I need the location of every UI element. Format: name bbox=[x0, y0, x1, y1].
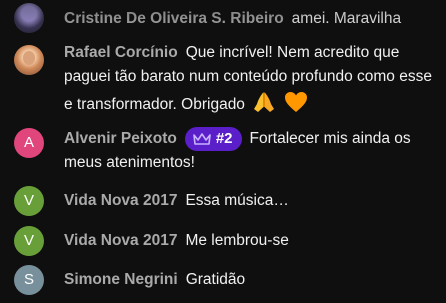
message-text: amei. Maravilha bbox=[291, 10, 402, 27]
author-name[interactable]: Rafael Corcínio bbox=[64, 44, 178, 61]
badge-label: #2 bbox=[215, 130, 233, 147]
author-name[interactable]: Alvenir Peixoto bbox=[64, 130, 177, 147]
avatar[interactable]: A bbox=[14, 128, 44, 158]
chat-message: V Vida Nova 2017 Me lembrou-se bbox=[0, 226, 446, 256]
author-name[interactable]: Cristine De Oliveira S. Ribeiro bbox=[64, 10, 284, 27]
folded-hands-emoji bbox=[253, 92, 274, 112]
message-text: Me lembrou-se bbox=[185, 232, 289, 249]
avatar-letter: V bbox=[23, 232, 34, 249]
avatar[interactable]: V bbox=[14, 226, 44, 256]
avatar[interactable]: V bbox=[14, 186, 44, 216]
message-text: Gratidão bbox=[185, 271, 246, 288]
avatar[interactable]: S bbox=[14, 265, 44, 295]
chat-message: V Vida Nova 2017 Essa música… bbox=[0, 186, 446, 216]
chat-message: Cristine De Oliveira S. Ribeiro amei. Mar… bbox=[0, 3, 446, 33]
member-badge: #2 bbox=[184, 127, 242, 151]
crown-icon bbox=[193, 133, 211, 145]
author-name[interactable]: Vida Nova 2017 bbox=[64, 192, 177, 209]
message-text: Essa música… bbox=[185, 192, 289, 209]
live-chat: Cristine De Oliveira S. Ribeiro amei. Mar… bbox=[0, 0, 446, 303]
orange-heart-emoji bbox=[284, 92, 307, 112]
avatar-letter: A bbox=[23, 134, 34, 151]
author-name[interactable]: Vida Nova 2017 bbox=[64, 232, 177, 249]
chat-message: Rafael Corcínio Que incrível! Nem acredit… bbox=[0, 41, 446, 117]
avatar-letter: S bbox=[23, 271, 34, 288]
chat-message: S Simone Negrini Gratidão bbox=[0, 265, 446, 295]
chat-message: A Alvenir Peixoto #2 Fortalecer mis aind… bbox=[0, 127, 446, 175]
author-name[interactable]: Simone Negrini bbox=[64, 271, 178, 288]
avatar-letter: V bbox=[23, 192, 34, 209]
avatar[interactable] bbox=[14, 45, 44, 75]
avatar[interactable] bbox=[14, 3, 44, 33]
